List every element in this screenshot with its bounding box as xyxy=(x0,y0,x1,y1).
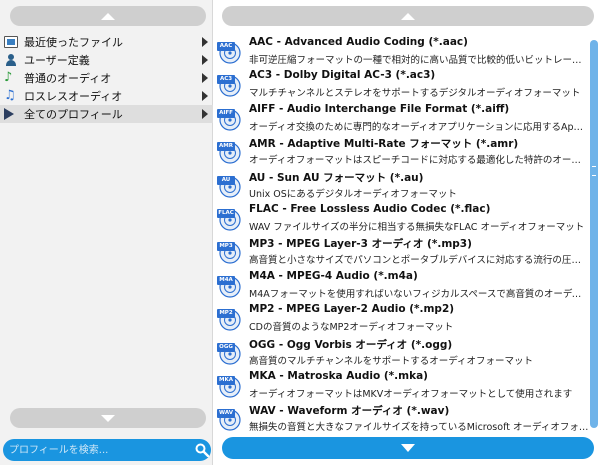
format-description: CDの音質のようなMP2オーディオフォーマット xyxy=(249,322,454,334)
format-badge: AU xyxy=(217,175,235,185)
format-name: AIFF - Audio Interchange File Format (*.… xyxy=(249,102,510,115)
category-item-general-audio[interactable]: ♪ 普通のオーディオ xyxy=(0,69,213,87)
format-name: FLAC - Free Lossless Audio Codec (*.flac… xyxy=(249,202,491,215)
category-item-all-profiles[interactable]: 全てのプロフィール xyxy=(0,105,213,123)
format-name: AMR - Adaptive Multi-Rate フォーマット (*.amr) xyxy=(249,138,519,151)
format-description: 高音質のマルチチャンネルをサポートするオーディオフォーマット xyxy=(249,355,534,367)
category-scroll-up-button[interactable] xyxy=(10,6,206,26)
chevron-right-icon xyxy=(202,91,208,101)
format-name: M4A - MPEG-4 Audio (*.m4a) xyxy=(249,269,418,282)
format-badge: MP3 xyxy=(217,242,235,252)
chevron-right-icon xyxy=(202,109,208,119)
chevron-right-icon xyxy=(202,55,208,65)
format-item[interactable]: AIFF AIFF - Audio Interchange File Format… xyxy=(214,101,590,134)
format-item[interactable]: AMR AMR - Adaptive Multi-Rate フォーマット (*.a… xyxy=(214,134,590,167)
category-label: 最近使ったファイル xyxy=(24,36,123,49)
format-name: MP3 - MPEG Layer-3 オーディオ (*.mp3) xyxy=(249,238,472,251)
category-list: 最近使ったファイル ユーザー定義 ♪ 普通のオーディオ ♫ ロスレスオーディオ … xyxy=(0,33,213,123)
category-label: 普通のオーディオ xyxy=(24,72,112,85)
format-badge: WAV xyxy=(217,409,235,419)
lossless-note-icon: ♫ xyxy=(4,88,16,103)
format-name: OGG - Ogg Vorbis オーディオ (*.ogg) xyxy=(249,338,453,351)
format-name: WAV - Waveform オーディオ (*.wav) xyxy=(249,405,450,418)
profile-search-input[interactable] xyxy=(7,442,185,458)
format-item[interactable]: AAC AAC - Advanced Audio Coding (*.aac) 非可… xyxy=(214,34,590,67)
format-item[interactable]: AC3 AC3 - Dolby Digital AC-3 (*.ac3) マルチチャ… xyxy=(214,67,590,100)
category-item-user-defined[interactable]: ユーザー定義 xyxy=(0,51,213,69)
format-item[interactable]: WAV WAV - Waveform オーディオ (*.wav) 無損失の音質と大き… xyxy=(214,401,590,434)
category-scroll-down-button[interactable] xyxy=(10,408,206,428)
recent-files-icon xyxy=(4,36,18,48)
grip-icon xyxy=(592,166,596,176)
user-icon xyxy=(4,54,18,66)
format-badge: OGG xyxy=(217,342,235,352)
category-label: 全てのプロフィール xyxy=(24,108,123,121)
format-scroll-down-button[interactable] xyxy=(222,437,594,459)
format-description: 高音質と小さなサイズでパソコンとポータブルデバイスに対応する流行の圧縮フォーマッ… xyxy=(249,255,589,267)
format-description: 無損失の音質と大きなファイルサイズを持っているMicrosoft オーディオフォ… xyxy=(249,422,589,434)
format-badge: AAC xyxy=(217,42,235,51)
format-badge: AC3 xyxy=(217,75,235,85)
format-item[interactable]: MKA MKA - Matroska Audio (*.mka) オーディオフォーマ… xyxy=(214,368,590,401)
format-scrollbar[interactable] xyxy=(590,34,598,434)
category-label: ユーザー定義 xyxy=(24,54,90,67)
music-note-icon: ♪ xyxy=(4,70,13,85)
format-badge: FLAC xyxy=(217,208,235,218)
format-list: AAC AAC - Advanced Audio Coding (*.aac) 非可… xyxy=(214,34,590,434)
triangle-down-icon xyxy=(401,444,415,452)
category-item-lossless-audio[interactable]: ♫ ロスレスオーディオ xyxy=(0,87,213,105)
format-description: 非可逆圧縮フォーマットの一種で相対的に高い品質で比較的低いビットレートを提供する xyxy=(249,55,589,66)
profile-search-box xyxy=(3,439,211,461)
format-item[interactable]: MP3 MP3 - MPEG Layer-3 オーディオ (*.mp3) 高音質と小… xyxy=(214,234,590,267)
format-name: AC3 - Dolby Digital AC-3 (*.ac3) xyxy=(249,69,436,82)
format-item[interactable]: MP2 MP2 - MPEG Layer-2 Audio (*.mp2) CDの音質… xyxy=(214,301,590,334)
format-description: オーディオフォーマットはMKVオーディオフォーマットとして使用されます xyxy=(249,388,573,400)
format-panel: AAC AAC - Advanced Audio Coding (*.aac) 非可… xyxy=(214,0,600,465)
triangle-down-icon xyxy=(101,414,115,422)
format-name: MP2 - MPEG Layer-2 Audio (*.mp2) xyxy=(249,303,455,316)
category-label: ロスレスオーディオ xyxy=(24,90,123,103)
format-item[interactable]: M4A M4A - MPEG-4 Audio (*.m4a) M4Aフォーマットを使… xyxy=(214,268,590,301)
format-description: Unix OSにあるデジタルオーディオフォーマット xyxy=(249,188,457,200)
format-name: AU - Sun AU フォーマット (*.au) xyxy=(249,171,424,184)
format-badge: AMR xyxy=(217,142,235,152)
format-badge: MKA xyxy=(217,375,235,385)
format-badge: M4A xyxy=(217,275,235,285)
format-item[interactable]: OGG OGG - Ogg Vorbis オーディオ (*.ogg) 高音質のマルチ… xyxy=(214,335,590,368)
format-description: WAV ファイルサイズの半分に相当する無損失なFLAC オーディオフォーマット xyxy=(249,221,585,233)
format-description: マルチチャンネルとステレオをサポートするデジタルオーディオフォーマット xyxy=(249,88,581,100)
format-item[interactable]: AU AU - Sun AU フォーマット (*.au) Unix OSにあるデジタ… xyxy=(214,168,590,201)
format-badge: AIFF xyxy=(217,108,235,118)
format-scrollbar-thumb[interactable] xyxy=(590,40,598,428)
category-panel: 最近使ったファイル ユーザー定義 ♪ 普通のオーディオ ♫ ロスレスオーディオ … xyxy=(0,0,213,465)
format-description: M4Aフォーマットを使用すればいないフィジカルスペースで高音質のオーディオを作れ… xyxy=(249,288,589,300)
format-description: オーディオ交換のために専門的なオーディオアプリケーションに応用するApple M… xyxy=(249,121,589,133)
search-icon[interactable] xyxy=(195,443,209,457)
play-icon xyxy=(4,108,14,120)
format-description: オーディオフォーマットはスピーチコードに対応する最適化した特許のオーディオデータ… xyxy=(249,155,589,167)
chevron-right-icon xyxy=(202,37,208,47)
format-badge: MP2 xyxy=(217,309,235,319)
format-item[interactable]: FLAC FLAC - Free Lossless Audio Codec (*.… xyxy=(214,201,590,234)
triangle-up-icon xyxy=(401,12,415,20)
format-scroll-up-button[interactable] xyxy=(222,6,594,26)
format-name: AAC - Advanced Audio Coding (*.aac) xyxy=(249,36,468,48)
format-name: MKA - Matroska Audio (*.mka) xyxy=(249,369,428,382)
triangle-up-icon xyxy=(101,12,115,20)
chevron-right-icon xyxy=(202,73,208,83)
category-item-recent[interactable]: 最近使ったファイル xyxy=(0,33,213,51)
